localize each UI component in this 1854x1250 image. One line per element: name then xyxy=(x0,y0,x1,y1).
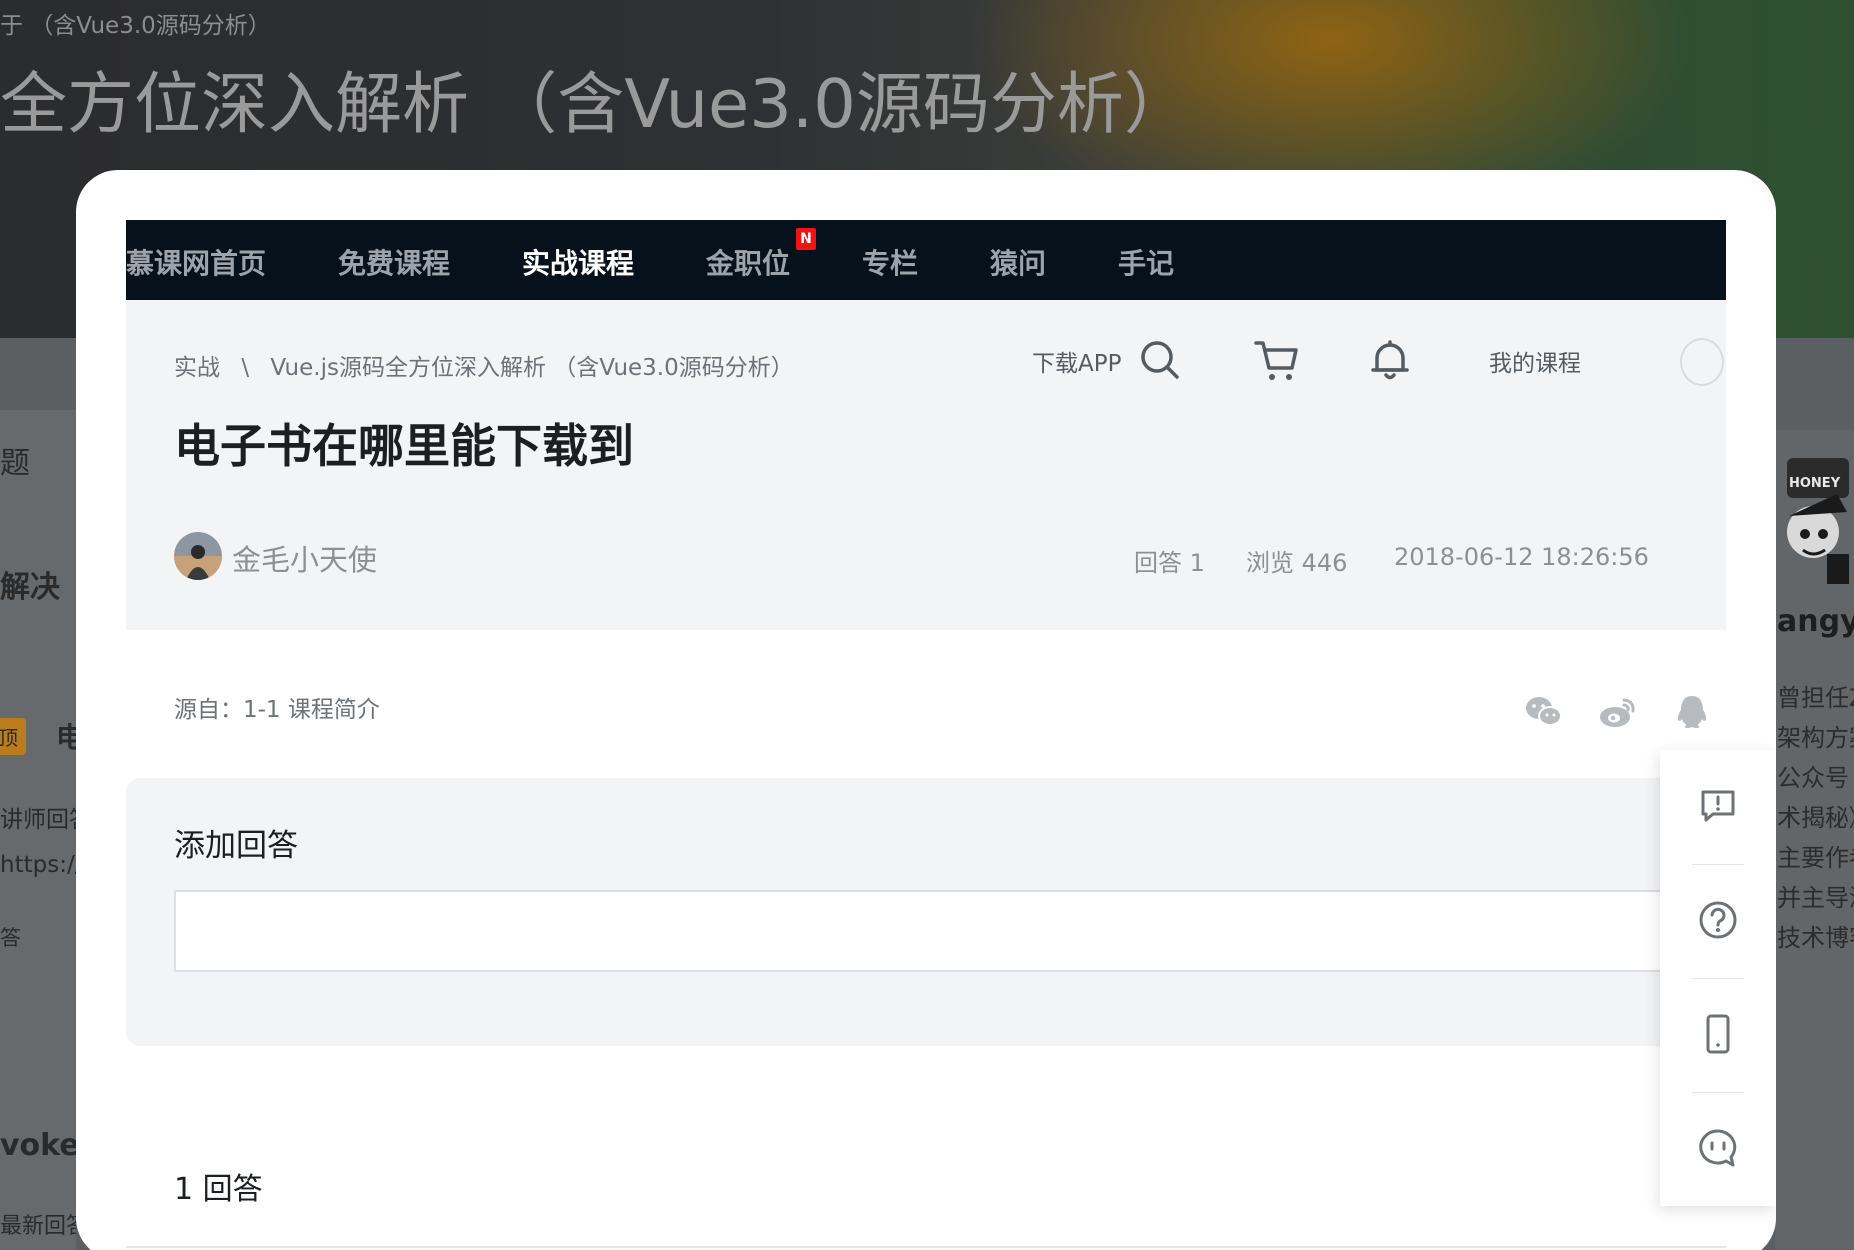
question-header: 下载APP 我的课程 实战 \ Vue.js源码全方位深入解析 （含Vue3.0… xyxy=(126,300,1726,630)
background-left-column: 题 解决 顶 电 讲师回答 https:// 答 vokeln 最新回答 xyxy=(0,410,76,1250)
background-breadcrumb: 于 （含Vue3.0源码分析） xyxy=(0,13,271,39)
answers-count: 1 回答 xyxy=(174,1172,263,1207)
page-title: 电子书在哪里能下载到 xyxy=(174,419,634,473)
answer-count-meta: 回答 1 xyxy=(1134,549,1205,577)
top-navigation: 慕课网首页 免费课程 实战课程 金职位 N 专栏 猿问 手记 xyxy=(126,220,1726,300)
background-text: angyi xyxy=(1777,604,1854,639)
preview-modal: 慕课网首页 免费课程 实战课程 金职位 N 专栏 猿问 手记 下载APP 我的课… xyxy=(76,170,1776,1250)
qq-icon[interactable] xyxy=(1672,694,1712,730)
mobile-icon xyxy=(1706,1014,1730,1054)
background-text: https:// xyxy=(0,852,76,878)
nav-item-home[interactable]: 慕课网首页 xyxy=(126,242,266,282)
weibo-icon[interactable] xyxy=(1598,694,1638,730)
divider xyxy=(126,1246,1726,1248)
question-page: 慕课网首页 免费课程 实战课程 金职位 N 专栏 猿问 手记 下载APP 我的课… xyxy=(126,220,1726,1250)
feedback-button[interactable] xyxy=(1660,750,1776,864)
background-course-title: 全方位深入解析 （含Vue3.0源码分析） xyxy=(0,65,1191,143)
background-text: 并主导滴 xyxy=(1777,884,1854,912)
background-text: 主要作者 xyxy=(1777,844,1854,872)
nav-item-columns[interactable]: 专栏 xyxy=(862,242,918,282)
background-avatar-icon: HONEY xyxy=(1787,458,1849,584)
question-source: 源自：1-1 课程简介 xyxy=(174,697,380,723)
bell-icon[interactable] xyxy=(1368,338,1412,382)
nav-item-practical-courses[interactable]: 实战课程 xyxy=(522,242,634,282)
background-text: 讲师回答 xyxy=(0,807,76,833)
nav-item-jobs[interactable]: 金职位 xyxy=(706,242,790,282)
download-app-link[interactable]: 下载APP xyxy=(1032,344,1121,378)
background-text: 答 xyxy=(0,926,21,950)
breadcrumb: 实战 \ Vue.js源码全方位深入解析 （含Vue3.0源码分析） xyxy=(174,348,794,382)
view-count-meta: 浏览 446 xyxy=(1246,549,1348,577)
add-answer-title: 添加回答 xyxy=(174,828,298,864)
search-icon[interactable] xyxy=(1138,338,1182,382)
add-answer-panel: 添加回答 xyxy=(126,778,1726,1046)
background-top-badge: 顶 xyxy=(0,718,26,755)
chat-button[interactable] xyxy=(1660,1092,1776,1206)
mobile-button[interactable] xyxy=(1660,978,1776,1092)
background-text: 电 xyxy=(56,721,76,754)
chat-icon xyxy=(1699,1129,1737,1167)
author-avatar[interactable] xyxy=(174,532,222,580)
author-name[interactable]: 金毛小天使 xyxy=(232,537,377,579)
breadcrumb-separator: \ xyxy=(241,355,250,381)
answer-input[interactable] xyxy=(174,890,1694,972)
question-timestamp: 2018-06-12 18:26:56 xyxy=(1394,543,1649,571)
nav-item-free-courses[interactable]: 免费课程 xyxy=(338,242,450,282)
nav-item-notes[interactable]: 手记 xyxy=(1118,242,1174,282)
background-text: 曾担任Zo xyxy=(1777,684,1854,712)
user-avatar[interactable] xyxy=(1680,338,1724,386)
nav-item-qa[interactable]: 猿问 xyxy=(990,242,1046,282)
background-text: 术揭秘》 xyxy=(1777,804,1854,832)
background-avatar-text: HONEY xyxy=(1789,476,1841,491)
my-courses-link[interactable]: 我的课程 xyxy=(1489,344,1581,378)
background-text: 解决 xyxy=(0,570,60,605)
breadcrumb-course[interactable]: Vue.js源码全方位深入解析 （含Vue3.0源码分析） xyxy=(270,355,793,381)
background-text: vokeln xyxy=(0,1128,76,1163)
wechat-icon[interactable] xyxy=(1524,694,1564,730)
help-icon xyxy=(1699,901,1737,939)
new-badge: N xyxy=(796,228,816,250)
background-text: 公众号《 xyxy=(1777,764,1854,792)
cart-icon[interactable] xyxy=(1254,338,1298,382)
background-text: 架构方案 xyxy=(1777,724,1854,752)
background-text: 题 xyxy=(0,446,30,481)
help-button[interactable] xyxy=(1660,864,1776,978)
background-right-column: HONEY angyi 曾担任Zo 架构方案 公众号《 术揭秘》 主要作者 并主… xyxy=(1775,430,1854,1250)
background-text: 最新回答 xyxy=(0,1214,76,1239)
feedback-icon xyxy=(1701,790,1735,822)
breadcrumb-root[interactable]: 实战 xyxy=(174,355,220,381)
background-text: 技术博客。 xyxy=(1777,924,1854,952)
side-toolbar xyxy=(1660,750,1776,1206)
